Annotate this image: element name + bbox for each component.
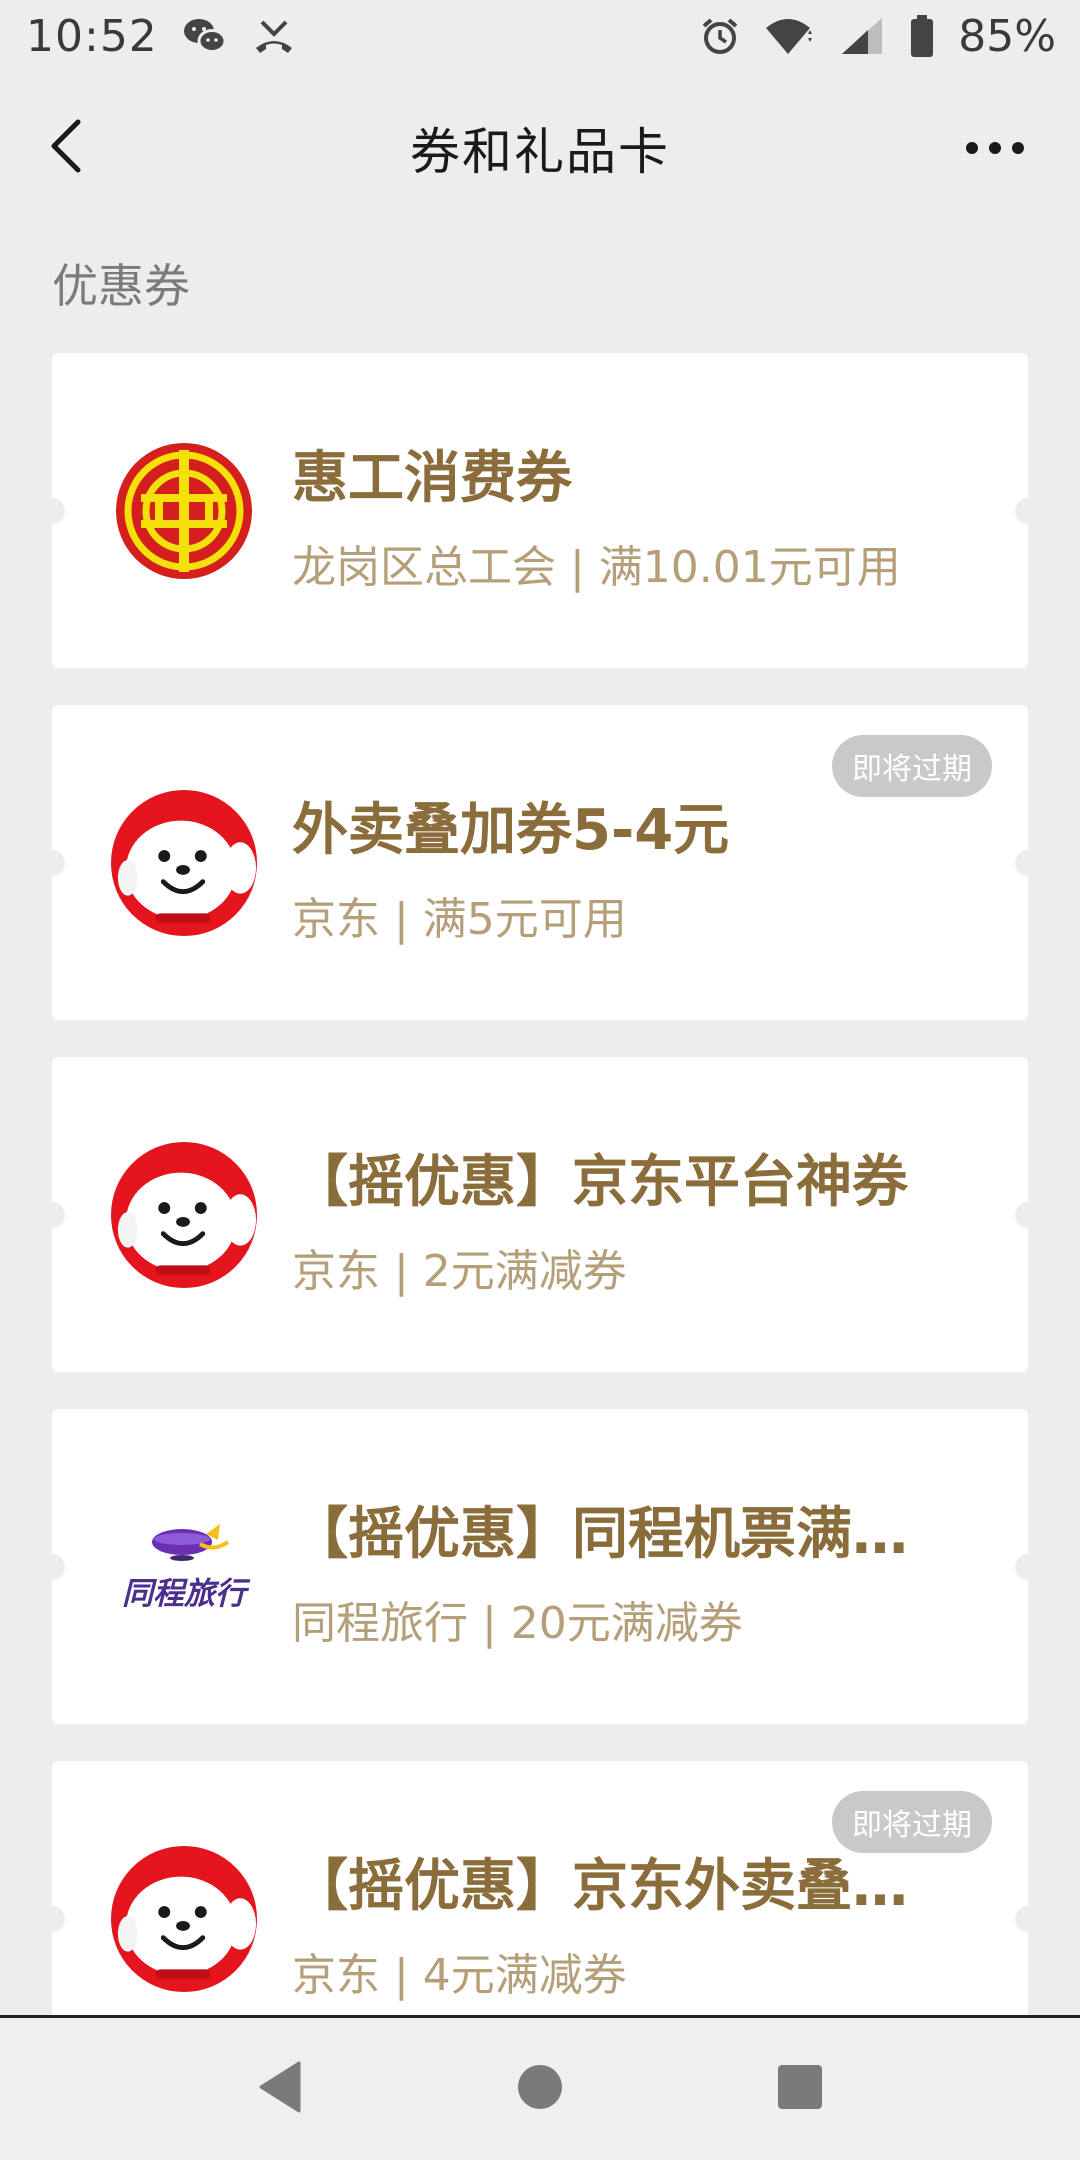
status-bar: 10:52 85% [0,0,1080,72]
coupon-subtitle: 龙岗区总工会 | 满10.01元可用 [292,542,901,593]
card-notch [1015,497,1041,524]
coupon-subtitle: 同程旅行 | 20元满减券 [292,1598,743,1649]
header: 券和礼品卡 [0,72,1080,224]
wifi-icon [764,16,814,56]
coupon-title: 【摇优惠】京东平台神券 [292,1150,908,1215]
coupon-card[interactable]: 即将过期 外卖叠加券5-4元 京东 | 满5元可用 [39,705,1041,1020]
card-notch [39,1201,65,1228]
recents-square-icon [776,2063,824,2115]
card-notch [1015,849,1041,876]
jd-dog-logo [110,1845,258,1993]
battery-icon [910,15,934,57]
card-notch [39,1553,65,1580]
coupon-card[interactable]: 惠工消费券 龙岗区总工会 | 满10.01元可用 [39,353,1041,668]
nav-back-button[interactable] [240,2049,320,2129]
more-dots-icon [965,140,1025,159]
card-notch [39,849,65,876]
wechat-icon [182,16,228,56]
status-time: 10:52 [26,10,158,62]
tongcheng-logo: 同程旅行 [110,1493,258,1641]
tongcheng-logo-text: 同程旅行 [122,1575,246,1612]
page-title: 券和礼品卡 [410,123,670,181]
battery-percent: 85% [958,10,1056,62]
union-logo [110,437,258,585]
alarm-icon [700,16,740,56]
home-circle-icon [517,2064,563,2114]
coupon-subtitle: 京东 | 4元满减券 [292,1950,627,2001]
card-notch [39,1905,65,1932]
missed-call-icon [252,16,296,56]
more-button[interactable] [960,124,1030,174]
coupon-title: 外卖叠加券5-4元 [292,798,730,863]
chevron-left-icon [46,118,86,178]
nav-home-button[interactable] [500,2049,580,2129]
coupon-title: 【摇优惠】京东外卖叠… [292,1854,908,1919]
jd-dog-logo [110,789,258,937]
coupon-title: 惠工消费券 [292,446,572,511]
section-heading: 优惠券 [52,259,190,313]
back-triangle-icon [257,2061,303,2117]
coupon-subtitle: 京东 | 2元满减券 [292,1246,627,1297]
coupon-subtitle: 京东 | 满5元可用 [292,894,627,945]
jd-dog-logo [110,1141,258,1289]
back-button[interactable] [36,118,96,178]
card-notch [1015,1905,1041,1932]
nav-recents-button[interactable] [760,2049,840,2129]
card-notch [1015,1201,1041,1228]
coupon-card[interactable]: 【摇优惠】京东平台神券 京东 | 2元满减券 [39,1057,1041,1372]
card-notch [39,497,65,524]
coupon-title: 【摇优惠】同程机票满… [292,1502,908,1567]
card-notch [1015,1553,1041,1580]
signal-icon [838,16,886,56]
coupon-card[interactable]: 同程旅行 【摇优惠】同程机票满… 同程旅行 | 20元满减券 [39,1409,1041,1724]
system-nav-bar [0,2018,1080,2160]
coupon-list: 惠工消费券 龙岗区总工会 | 满10.01元可用 即将过期 外卖叠加券5-4元 … [39,353,1041,2113]
